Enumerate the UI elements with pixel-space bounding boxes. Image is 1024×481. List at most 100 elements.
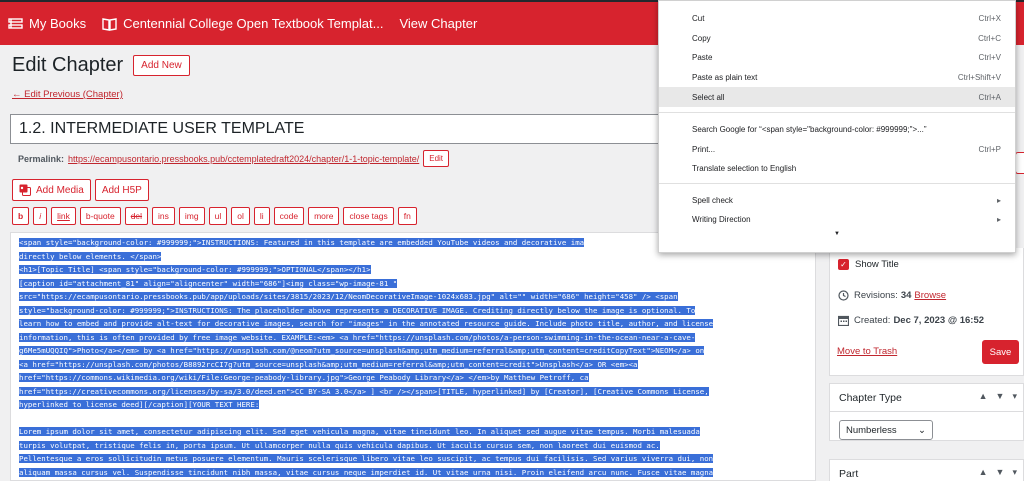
editor-line: href="https://creativecommons.org/licens… <box>19 386 709 396</box>
editor-line: Lorem ipsum dolor sit amet, consectetur … <box>19 427 700 436</box>
checkbox-checked-icon[interactable]: ✓ <box>838 259 849 270</box>
media-icon <box>19 184 31 196</box>
revisions-label: Revisions: <box>854 290 898 301</box>
calendar-icon <box>838 315 849 326</box>
move-to-trash-link[interactable]: Move to Trash <box>837 346 897 357</box>
save-button[interactable]: Save <box>982 340 1019 364</box>
menu-item-cut[interactable]: Cut Ctrl+X <box>659 8 1015 28</box>
quicktags-toolbar: b i link b-quote del ins img ul ol li co… <box>12 207 417 225</box>
menu-item-label: Cut <box>692 13 705 23</box>
editor-line: Pellentesque a eros sollicitudin metus p… <box>19 454 714 463</box>
editor-line: g6Me5mUQQIQ">Photo</a></em> by <a href="… <box>19 346 705 355</box>
shortcut-label: Ctrl+C <box>978 33 1001 43</box>
show-title-option[interactable]: ✓ Show Title <box>838 259 899 270</box>
menu-item-search-google[interactable]: Search Google for “<span style="backgrou… <box>659 119 1015 139</box>
permalink: Permalink: https://ecampusontario.pressb… <box>18 150 450 167</box>
menu-separator <box>659 112 1015 113</box>
menu-item-label: Search Google for “<span style="backgrou… <box>692 124 927 134</box>
shortcut-label: Ctrl+A <box>978 92 1001 102</box>
add-new-button[interactable]: Add New <box>133 55 190 76</box>
qt-li-button[interactable]: li <box>253 207 270 225</box>
revisions-row: Revisions: 34 Browse <box>838 290 946 301</box>
history-icon <box>838 290 849 301</box>
chapter-type-value: Numberless <box>846 424 897 436</box>
part-title: Part <box>839 468 859 480</box>
add-media-label: Add Media <box>36 184 84 196</box>
qt-del-button[interactable]: del <box>124 207 149 225</box>
page-title: Edit Chapter <box>12 54 124 76</box>
menu-item-select-all[interactable]: Select all Ctrl+A <box>659 87 1015 107</box>
qt-ul-button[interactable]: ul <box>208 207 228 225</box>
menu-item-label: Translate selection to English <box>692 163 797 173</box>
qt-code-button[interactable]: code <box>273 207 305 225</box>
chapter-title-input[interactable]: 1.2. INTERMEDIATE USER TEMPLATE <box>10 114 710 144</box>
editor-line: learn how to embed and provide alt-text … <box>19 319 714 328</box>
menu-item-label: Writing Direction <box>692 214 751 224</box>
book-title-link[interactable]: Centennial College Open Textbook Templat… <box>94 2 391 45</box>
scroll-more-icon[interactable]: ▼ <box>834 231 840 237</box>
qt-img-button[interactable]: img <box>178 207 205 225</box>
qt-bold-button[interactable]: b <box>12 207 30 225</box>
created-date: Dec 7, 2023 @ 16:52 <box>893 315 985 326</box>
menu-item-writing-direction[interactable]: Writing Direction ▸ <box>659 209 1015 229</box>
content-textarea[interactable]: <span style="background-color: #999999;"… <box>10 232 816 481</box>
books-icon <box>8 17 23 29</box>
qt-blockquote-button[interactable]: b-quote <box>79 207 121 225</box>
menu-item-paste[interactable]: Paste Ctrl+V <box>659 47 1015 67</box>
submenu-arrow-icon: ▸ <box>996 195 1001 205</box>
publish-button-edge[interactable] <box>1015 152 1024 174</box>
book-icon <box>102 17 117 31</box>
context-menu: Cut Ctrl+X Copy Ctrl+C Paste Ctrl+V Past… <box>658 0 1016 253</box>
shortcut-label: Ctrl+V <box>978 52 1001 62</box>
panel-arrows: ▲ ▼ ▾ <box>979 467 1017 478</box>
chevron-down-icon[interactable]: ▼ <box>996 467 1005 478</box>
shortcut-label: Ctrl+Shift+V <box>957 72 1001 82</box>
qt-close-tags-button[interactable]: close tags <box>343 207 394 225</box>
view-chapter-link[interactable]: View Chapter <box>391 2 485 45</box>
permalink-edit-button[interactable]: Edit <box>423 150 450 167</box>
created-label: Created: <box>854 315 891 326</box>
editor-line: src="https://ecampusontario.pressbooks.p… <box>19 292 678 301</box>
menu-item-spell-check[interactable]: Spell check ▸ <box>659 190 1015 210</box>
menu-item-print[interactable]: Print... Ctrl+P <box>659 139 1015 159</box>
my-books-label: My Books <box>29 16 87 31</box>
chevron-down-icon[interactable]: ▼ <box>996 391 1005 402</box>
caret-down-icon[interactable]: ▾ <box>1012 391 1017 402</box>
add-media-button[interactable]: Add Media <box>12 179 91 201</box>
browse-revisions-link[interactable]: Browse <box>914 290 946 301</box>
editor-line: hyperlinked to license deed][/caption][Y… <box>19 400 260 409</box>
permalink-url[interactable]: https://ecampusontario.pressbooks.pub/cc… <box>68 154 419 164</box>
editor-line: turpis volutpat, tristique felis in, por… <box>19 440 660 450</box>
editor-line: aliquam massa cursus vel. Suspendisse ti… <box>19 467 714 477</box>
editor-line: style="background-color: #999999;">INSTR… <box>19 305 696 315</box>
part-header[interactable]: Part ▲ ▼ ▾ <box>830 460 1023 481</box>
chapter-type-select[interactable]: Numberless ⌄ <box>839 420 933 440</box>
menu-item-label: Select all <box>692 92 725 102</box>
menu-item-translate[interactable]: Translate selection to English <box>659 158 1015 178</box>
qt-more-button[interactable]: more <box>308 207 340 225</box>
qt-italic-button[interactable]: i <box>33 207 48 225</box>
qt-ol-button[interactable]: ol <box>231 207 250 225</box>
menu-item-label: Print... <box>692 144 716 154</box>
chevron-up-icon[interactable]: ▲ <box>979 391 988 402</box>
caret-down-icon[interactable]: ▾ <box>1012 467 1017 478</box>
created-row: Created: Dec 7, 2023 @ 16:52 <box>838 315 984 326</box>
menu-item-copy[interactable]: Copy Ctrl+C <box>659 28 1015 48</box>
book-title-label: Centennial College Open Textbook Templat… <box>123 16 384 31</box>
chapter-type-title: Chapter Type <box>839 391 902 404</box>
qt-footnote-button[interactable]: fn <box>397 207 417 225</box>
qt-link-button[interactable]: link <box>51 207 76 225</box>
edit-previous-link[interactable]: ← Edit Previous (Chapter) <box>12 89 123 100</box>
add-h5p-button[interactable]: Add H5P <box>94 179 149 201</box>
chapter-type-header[interactable]: Chapter Type ▲ ▼ ▾ <box>830 384 1023 412</box>
shortcut-label: Ctrl+X <box>978 13 1001 23</box>
shortcut-label: Ctrl+P <box>978 144 1001 154</box>
qt-ins-button[interactable]: ins <box>152 207 175 225</box>
menu-item-paste-plain[interactable]: Paste as plain text Ctrl+Shift+V <box>659 67 1015 87</box>
chapter-type-panel: Chapter Type ▲ ▼ ▾ Numberless ⌄ <box>829 383 1024 441</box>
media-buttons: Add Media Add H5P <box>12 179 149 201</box>
editor-line: href="https://commons.wikimedia.org/wiki… <box>19 373 589 382</box>
chevron-up-icon[interactable]: ▲ <box>979 467 988 478</box>
my-books-link[interactable]: My Books <box>0 2 94 45</box>
